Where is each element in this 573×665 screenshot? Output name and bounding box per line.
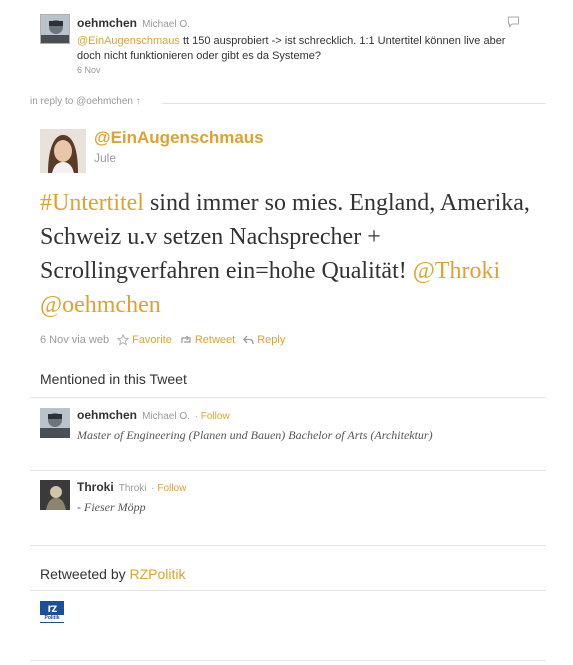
retweet-button[interactable]: Retweet	[180, 334, 235, 346]
divider	[30, 397, 546, 398]
user-bio: Master of Engineering (Planen und Bauen)…	[77, 428, 433, 442]
follow-button[interactable]: Follow	[157, 483, 186, 494]
avatar[interactable]	[40, 14, 70, 44]
avatar[interactable]	[40, 480, 70, 510]
tweet-meta[interactable]: 6 Nov via web	[40, 334, 109, 346]
favorite-label: Favorite	[132, 334, 172, 346]
tweet-actions: 6 Nov via web Favorite Retweet Reply	[40, 334, 285, 346]
retweet-icon	[181, 335, 191, 343]
divider	[30, 545, 546, 546]
reply-label: Reply	[257, 334, 286, 346]
divider	[162, 103, 546, 104]
follow-button[interactable]: Follow	[201, 411, 230, 422]
mention-link-throki[interactable]: @Throki	[413, 258, 500, 284]
hashtag-link[interactable]: #Untertitel	[40, 190, 144, 216]
avatar[interactable]	[40, 408, 70, 438]
mentioned-username[interactable]: oehmchen	[77, 408, 137, 422]
retweeter-avatar[interactable]: rz Politik	[40, 601, 64, 623]
reply-mention-link[interactable]: @EinAugenschmaus	[77, 35, 180, 47]
speech-bubble-icon[interactable]	[507, 16, 520, 28]
mention-link-oehmchen[interactable]: @oehmchen	[40, 292, 161, 318]
reply-username[interactable]: oehmchen	[77, 16, 137, 30]
divider	[30, 470, 546, 471]
main-tweet-name: Jule	[94, 151, 117, 165]
reply-text: @EinAugenschmaus tt 150 ausprobiert -> i…	[77, 34, 517, 64]
mentioned-username[interactable]: Throki	[77, 480, 114, 494]
reply-button[interactable]: Reply	[243, 334, 285, 346]
divider	[30, 660, 546, 661]
star-icon	[117, 334, 130, 346]
main-tweet-handle[interactable]: @EinAugenschmaus	[94, 128, 264, 148]
reply-date[interactable]: 6 Nov	[77, 65, 517, 75]
in-reply-to-link[interactable]: in reply to @oehmchen ↑	[30, 96, 141, 107]
mentioned-fullname: Throki	[118, 483, 147, 494]
mentioned-fullname: Michael O.	[142, 411, 190, 422]
divider	[30, 590, 546, 591]
reply-arrow-icon	[243, 335, 254, 345]
reply-fullname: Michael O.	[142, 19, 190, 30]
retweet-label: Retweet	[194, 334, 236, 346]
retweeter-link[interactable]: RZPolitik	[130, 566, 186, 582]
rz-logo-text: rz	[47, 601, 58, 615]
retweeted-section-title: Retweeted by RZPolitik	[40, 566, 186, 582]
separator: ·	[191, 411, 201, 422]
retweeted-label: Retweeted by	[40, 566, 130, 582]
main-tweet-text: #Untertitel sind immer so mies. England,…	[40, 186, 540, 322]
rz-logo-subtext: Politik	[40, 615, 64, 622]
avatar[interactable]	[40, 129, 86, 173]
mentioned-section-title: Mentioned in this Tweet	[40, 371, 187, 387]
favorite-button[interactable]: Favorite	[117, 334, 172, 346]
user-bio: - Fieser Möpp	[77, 500, 146, 514]
